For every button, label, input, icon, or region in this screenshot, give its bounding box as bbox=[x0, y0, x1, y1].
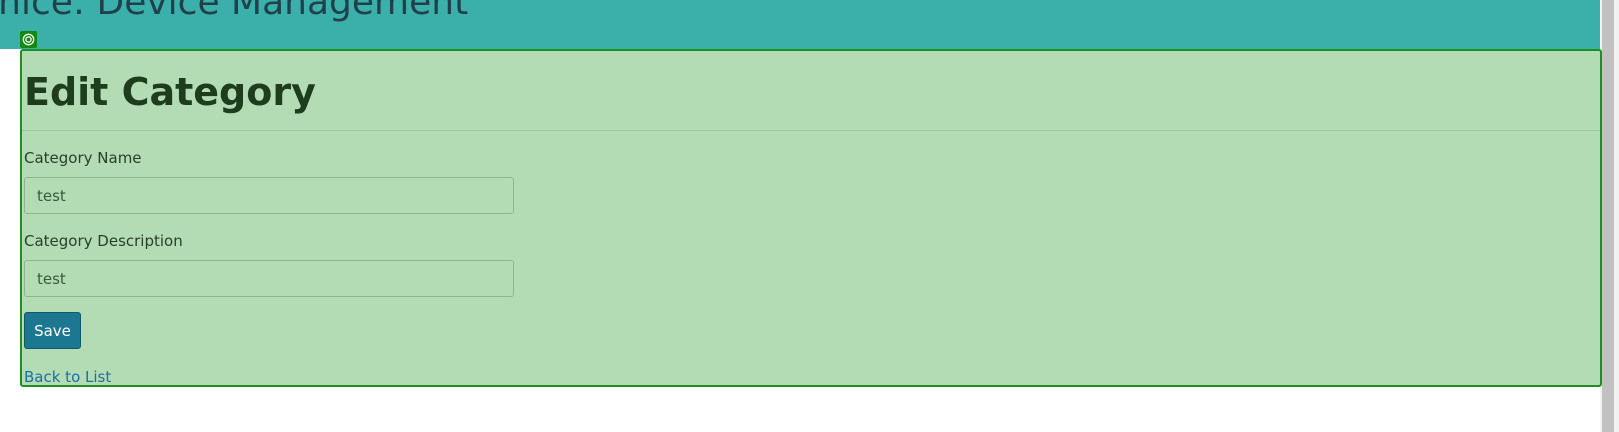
vertical-scrollbar[interactable] bbox=[1600, 0, 1619, 432]
page: rnice: Device Management Edit Category C… bbox=[0, 0, 1619, 432]
category-name-label: Category Name bbox=[24, 149, 142, 167]
category-description-label: Category Description bbox=[24, 232, 183, 250]
target-icon[interactable] bbox=[20, 31, 37, 48]
save-button[interactable]: Save bbox=[24, 312, 81, 349]
scrollbar-thumb[interactable] bbox=[1602, 0, 1614, 432]
category-description-input[interactable] bbox=[24, 260, 514, 297]
header-title: rnice: Device Management bbox=[0, 0, 469, 23]
category-name-input[interactable] bbox=[24, 177, 514, 214]
app-header: rnice: Device Management bbox=[0, 0, 1600, 49]
edit-category-panel: Edit Category Category Name Category Des… bbox=[20, 49, 1602, 387]
title-divider bbox=[22, 130, 1600, 131]
page-title: Edit Category bbox=[24, 70, 316, 114]
back-to-list-link[interactable]: Back to List bbox=[24, 367, 111, 387]
